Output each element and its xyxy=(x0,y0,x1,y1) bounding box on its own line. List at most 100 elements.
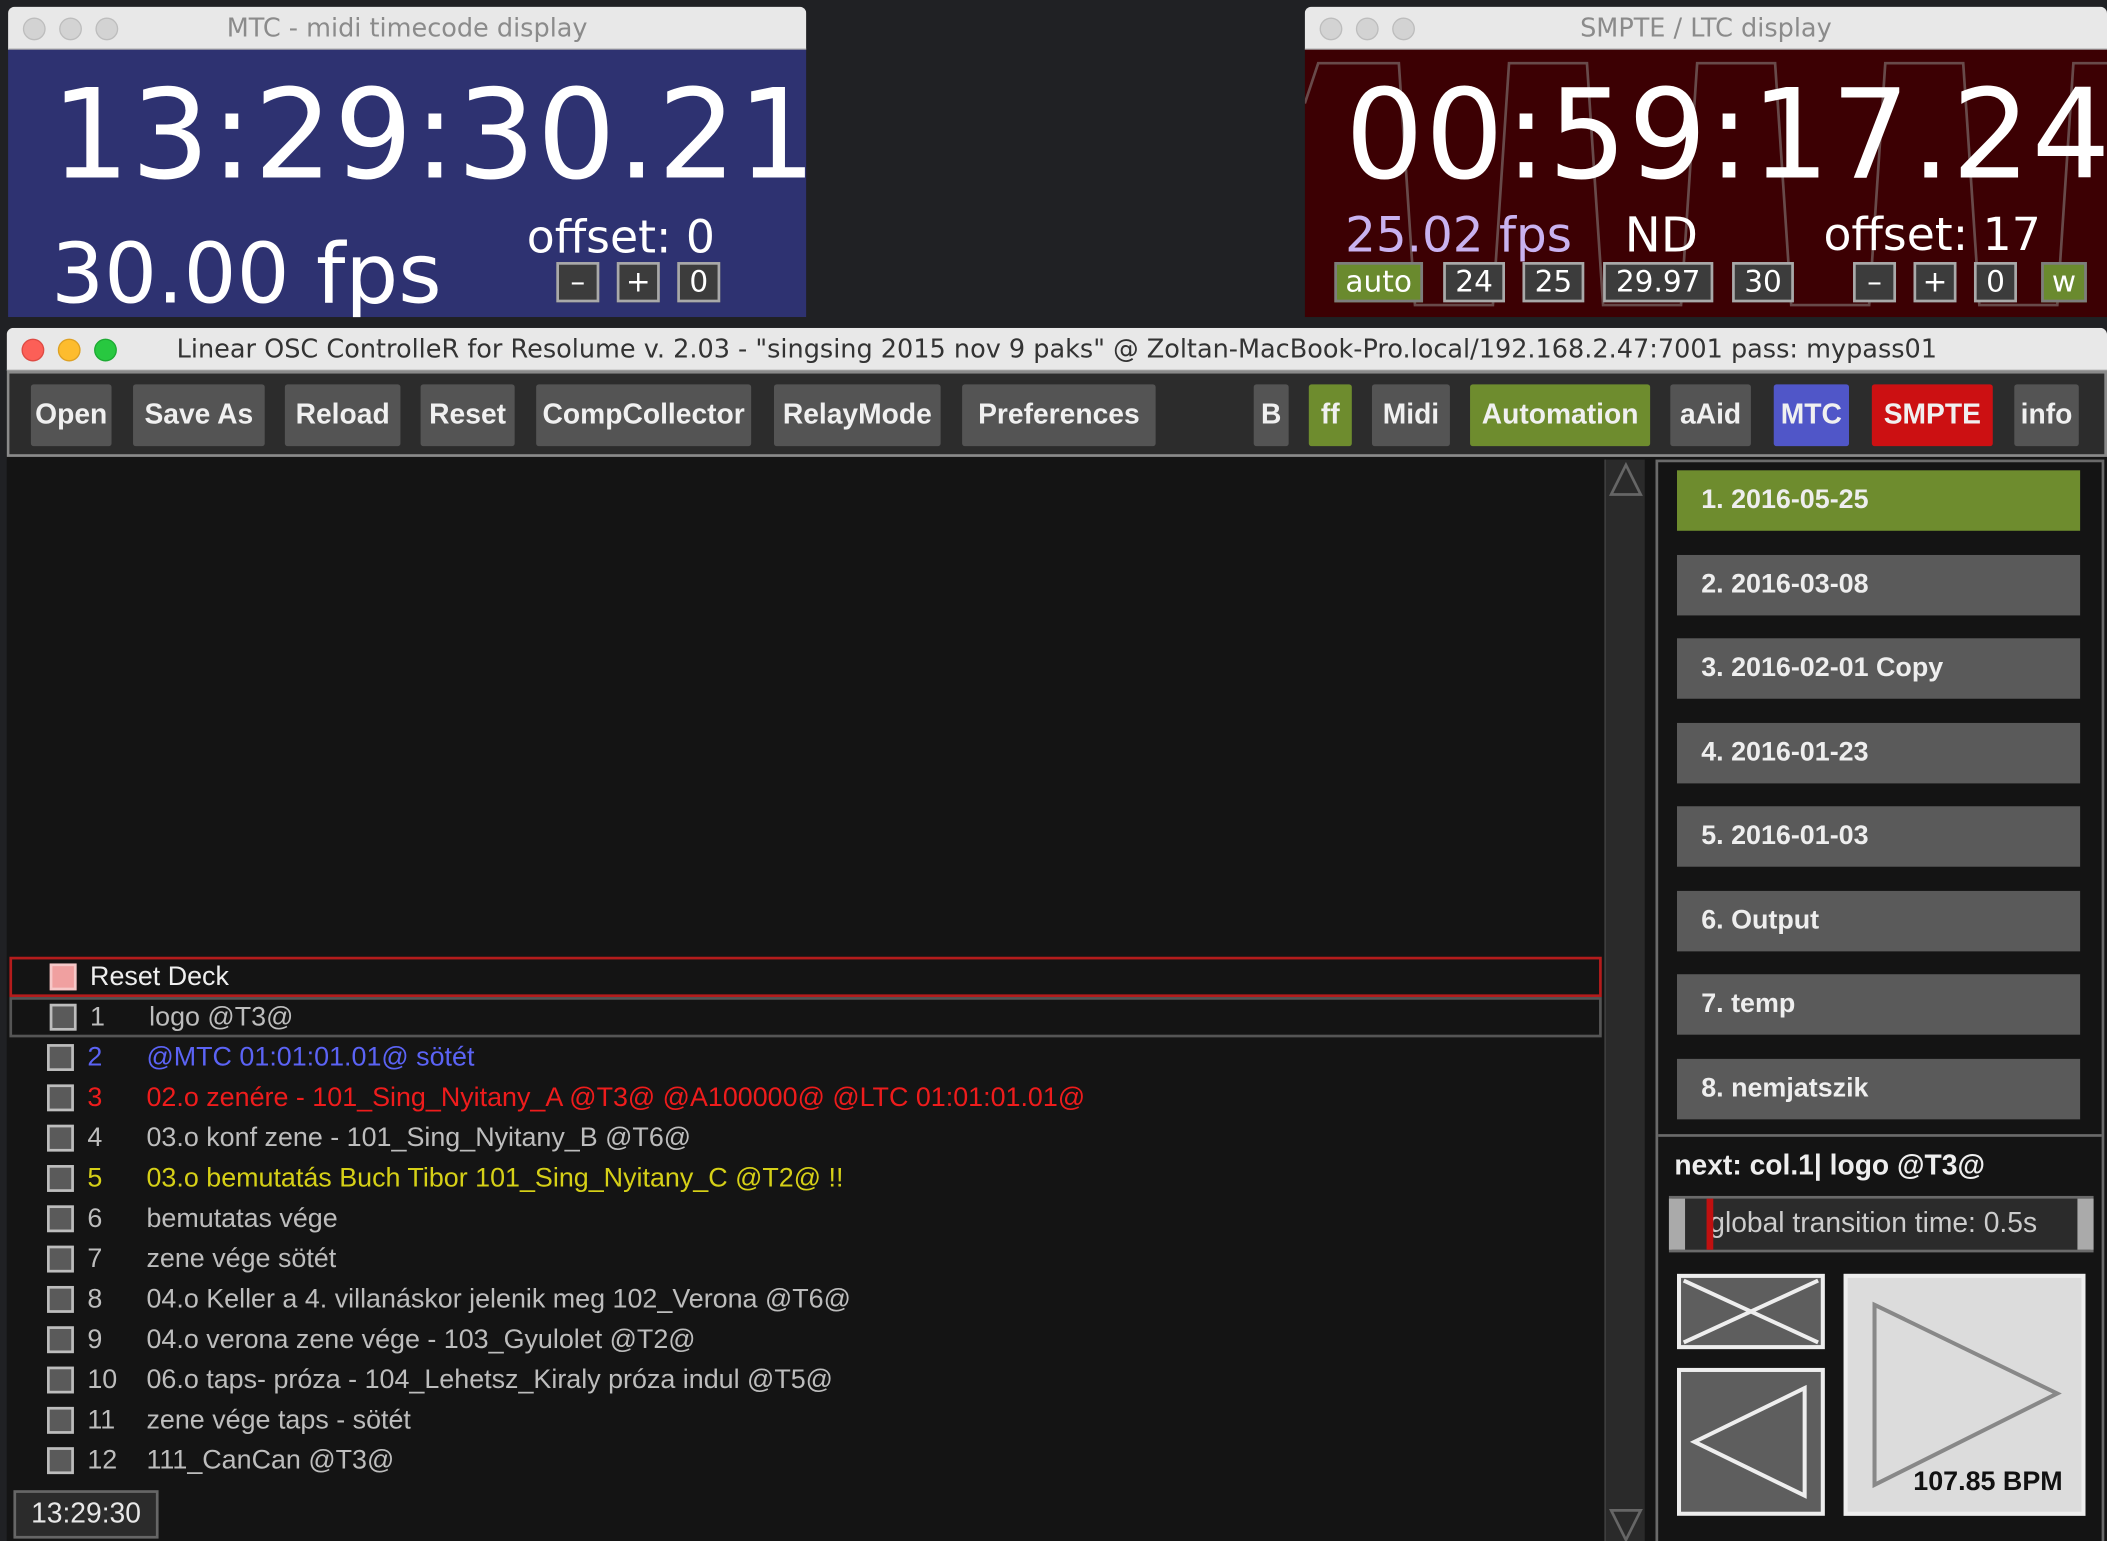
cue-label: zene vége taps - sötét xyxy=(146,1404,411,1435)
reset-deck-row[interactable]: Reset Deck xyxy=(9,956,1602,998)
mtc-offset-minus-button[interactable]: – xyxy=(556,262,600,303)
cue-number: 11 xyxy=(87,1404,116,1435)
composition-item[interactable]: 1. 2016-05-25 xyxy=(1677,470,2081,531)
smpte-rate-2997-button[interactable]: 29.97 xyxy=(1603,262,1714,303)
checkbox[interactable] xyxy=(47,1447,74,1475)
main-window: Linear OSC ControlleR for Resolume v. 2.… xyxy=(6,327,2107,1541)
mtc-button[interactable]: MTC xyxy=(1773,384,1849,447)
reload-button[interactable]: Reload xyxy=(284,384,401,447)
composition-item[interactable]: 4. 2016-01-23 xyxy=(1677,722,2081,783)
close-window-icon[interactable] xyxy=(1319,16,1343,40)
checkbox[interactable] xyxy=(49,963,77,991)
stop-button[interactable] xyxy=(1677,1273,1825,1350)
cue-number: 1 xyxy=(90,1001,105,1032)
cue-row[interactable]: 5 03.o bemutatás Buch Tibor 101_Sing_Nyit… xyxy=(9,1158,1601,1198)
midi-button[interactable]: Midi xyxy=(1371,384,1450,447)
play-backward-icon xyxy=(1689,1384,1807,1499)
checkbox[interactable] xyxy=(47,1205,74,1233)
smpte-button[interactable]: SMPTE xyxy=(1871,384,1993,447)
smpte-fps: 25.02 fps xyxy=(1345,208,1572,264)
smpte-w-button[interactable]: w xyxy=(2041,262,2087,303)
preferences-button[interactable]: Preferences xyxy=(962,384,1156,447)
cue-label: 02.o zenére - 101_Sing_Nyitany_A @T3@ @A… xyxy=(146,1082,1086,1112)
cue-row[interactable]: 3 02.o zenére - 101_Sing_Nyitany_A @T3@ @… xyxy=(9,1078,1601,1118)
cue-label: 111_CanCan @T3@ xyxy=(146,1445,395,1475)
mtc-offset-plus-button[interactable]: + xyxy=(616,262,660,303)
go-button[interactable]: 107.85 BPM xyxy=(1843,1273,2086,1516)
zoom-window-icon[interactable] xyxy=(95,16,119,40)
minimize-window-icon[interactable] xyxy=(1355,16,1379,40)
cue-label: 04.o verona zene vége - 103_Gyulolet @T2… xyxy=(146,1324,696,1354)
close-window-icon[interactable] xyxy=(21,337,45,361)
cue-row[interactable]: 9 04.o verona zene vége - 103_Gyulolet @T… xyxy=(9,1320,1601,1360)
open-button[interactable]: Open xyxy=(30,384,112,447)
main-titlebar[interactable]: Linear OSC ControlleR for Resolume v. 2.… xyxy=(6,327,2107,371)
previous-button[interactable] xyxy=(1677,1367,1825,1516)
cue-number: 7 xyxy=(87,1243,103,1274)
zoom-window-icon[interactable] xyxy=(94,337,117,361)
smpte-drop-mode: ND xyxy=(1624,208,1699,264)
cue-label: zene vége sötét xyxy=(146,1243,337,1274)
save-as-button[interactable]: Save As xyxy=(133,384,265,447)
smpte-rate-24-button[interactable]: 24 xyxy=(1443,262,1505,303)
relay-mode-button[interactable]: RelayMode xyxy=(774,384,941,447)
cue-row[interactable]: 7 zene vége sötét xyxy=(9,1239,1601,1279)
cue-number: 8 xyxy=(87,1283,103,1314)
smpte-titlebar[interactable]: SMPTE / LTC display xyxy=(1304,6,2107,50)
checkbox[interactable] xyxy=(47,1044,74,1071)
smpte-rate-25-button[interactable]: 25 xyxy=(1522,262,1585,303)
toolbar: Open Save As Reload Reset CompCollector … xyxy=(6,370,2107,457)
cue-row[interactable]: 11 zene vége taps - sötét xyxy=(9,1400,1601,1440)
checkbox[interactable] xyxy=(49,1003,77,1031)
composition-item[interactable]: 2. 2016-03-08 xyxy=(1677,554,2081,615)
cue-row[interactable]: 4 03.o konf zene - 101_Sing_Nyitany_B @T6… xyxy=(9,1118,1601,1158)
cue-number: 12 xyxy=(87,1445,118,1475)
zoom-window-icon[interactable] xyxy=(1392,16,1415,40)
composition-item[interactable]: 5. 2016-01-03 xyxy=(1677,806,2081,867)
cue-row[interactable]: 6 bemutatas vége xyxy=(9,1199,1601,1239)
composition-item[interactable]: 7. temp xyxy=(1677,974,2081,1035)
checkbox[interactable] xyxy=(47,1285,74,1313)
checkbox[interactable] xyxy=(47,1084,74,1112)
cue-row[interactable]: 12 111_CanCan @T3@ xyxy=(9,1441,1601,1481)
mtc-window-title: MTC - midi timecode display xyxy=(226,12,588,43)
smpte-auto-rate-button[interactable]: auto xyxy=(1334,262,1424,303)
checkbox[interactable] xyxy=(47,1326,74,1354)
checkbox[interactable] xyxy=(47,1406,74,1434)
comp-collector-button[interactable]: CompCollector xyxy=(536,384,752,447)
slider-handle[interactable] xyxy=(1706,1198,1714,1250)
minimize-window-icon[interactable] xyxy=(57,337,81,361)
checkbox[interactable] xyxy=(47,1124,74,1152)
composition-item[interactable]: 6. Output xyxy=(1677,890,2081,951)
composition-item[interactable]: 3. 2016-02-01 Copy xyxy=(1677,638,2081,699)
smpte-offset-plus-button[interactable]: + xyxy=(1913,262,1957,303)
cue-number: 3 xyxy=(87,1082,103,1112)
cue-number: 5 xyxy=(87,1163,103,1193)
transition-label: global transition time: 0.5s xyxy=(1709,1208,2038,1239)
ff-button[interactable]: ff xyxy=(1308,384,1352,447)
cue-row[interactable]: 2 @MTC 01:01:01.01@ sötét xyxy=(9,1037,1601,1077)
checkbox[interactable] xyxy=(47,1245,74,1273)
smpte-offset-minus-button[interactable]: – xyxy=(1853,262,1897,303)
cue-row[interactable]: 1 logo @T3@ xyxy=(9,997,1602,1038)
transition-slider[interactable]: global transition time: 0.5s xyxy=(1668,1195,2094,1253)
checkbox[interactable] xyxy=(47,1165,74,1192)
cue-list: Reset Deck 1 logo @T3@ 2 @MTC 01:01:01.01@ … xyxy=(6,459,1633,1541)
cue-row[interactable]: 8 04.o Keller a 4. villanáskor jelenik me… xyxy=(9,1279,1601,1319)
cue-list-scrollbar[interactable] xyxy=(1604,459,1645,1541)
info-button[interactable]: info xyxy=(2014,384,2079,447)
automation-button[interactable]: Automation xyxy=(1470,384,1651,447)
smpte-offset-zero-button[interactable]: 0 xyxy=(1973,262,2017,303)
cue-row[interactable]: 10 06.o taps- próza - 104_Lehetsz_Kiraly … xyxy=(9,1360,1601,1400)
close-window-icon[interactable] xyxy=(22,16,46,40)
cue-label: @MTC 01:01:01.01@ sötét xyxy=(146,1042,475,1072)
mtc-titlebar[interactable]: MTC - midi timecode display xyxy=(8,6,807,50)
smpte-rate-30-button[interactable]: 30 xyxy=(1732,262,1794,303)
checkbox[interactable] xyxy=(47,1366,74,1394)
b-button[interactable]: B xyxy=(1253,384,1289,447)
minimize-window-icon[interactable] xyxy=(59,16,82,40)
composition-item[interactable]: 8. nemjatszik xyxy=(1677,1058,2081,1119)
mtc-offset-zero-button[interactable]: 0 xyxy=(677,262,721,303)
aaid-button[interactable]: aAid xyxy=(1670,384,1751,447)
reset-button[interactable]: Reset xyxy=(420,384,515,447)
